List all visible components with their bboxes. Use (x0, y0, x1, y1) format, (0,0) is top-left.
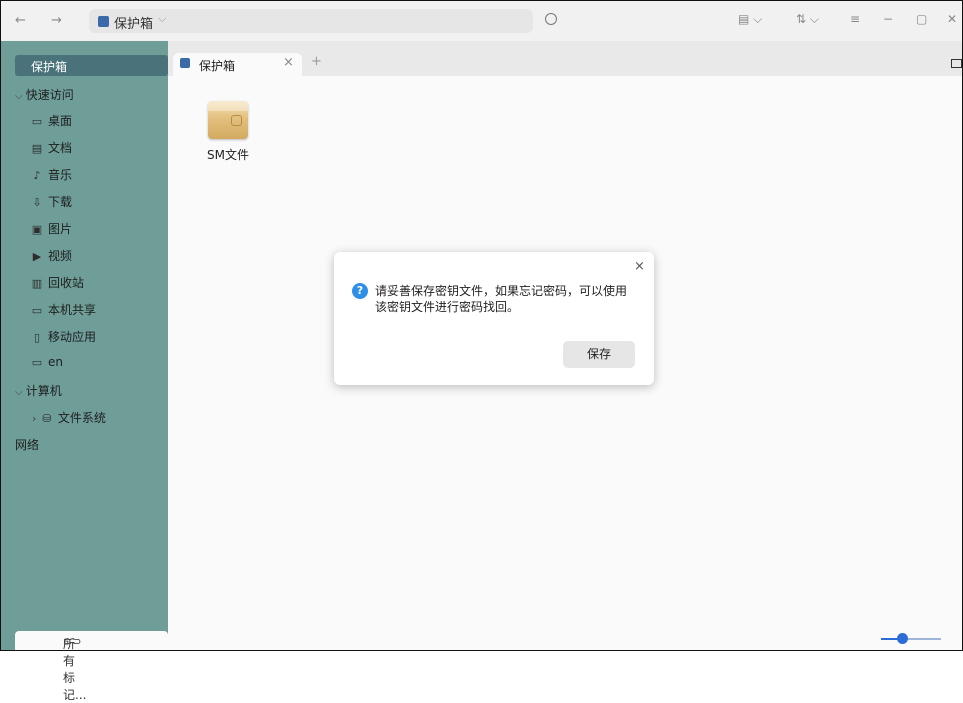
folder-icon: ▭ (31, 356, 43, 369)
dialog-message: 请妥善保存密钥文件，如果忘记密码，可以使用该密钥文件进行密码找回。 (375, 284, 628, 314)
back-button[interactable]: ← (15, 13, 26, 28)
add-tab-button[interactable]: + (311, 54, 322, 69)
maximize-button[interactable]: ▢ (916, 12, 927, 26)
sidebar-item-music[interactable]: ♪ 音乐 (30, 166, 72, 183)
vault-icon (180, 58, 190, 68)
file-name: SM文件 (207, 148, 249, 162)
file-manager-window: ← → 保护箱 ⌵ ▤ ⌵ ⇅ ⌵ ≡ − ▢ ✕ 保护箱 ⌵ 快速访问 ▭ 桌面… (0, 0, 963, 702)
sidebar-item-network[interactable]: 网络 (15, 436, 39, 453)
sidebar-item-documents[interactable]: ▤ 文档 (30, 139, 72, 156)
save-key-dialog: × ? 请妥善保存密钥文件，如果忘记密码，可以使用该密钥文件进行密码找回。 保存 (334, 252, 654, 385)
panel-toggle-icon[interactable] (951, 59, 962, 68)
sidebar-item-downloads[interactable]: ⇩ 下载 (30, 193, 72, 210)
video-icon: ▶ (32, 250, 42, 263)
document-icon: ▤ (31, 142, 43, 155)
search-icon[interactable] (545, 13, 557, 25)
drive-icon: ⛁ (42, 412, 52, 425)
tags-button[interactable]: ⊂⊃ 所有标记... (15, 631, 168, 702)
phone-icon: ▯ (33, 331, 41, 344)
chevron-down-icon: ⌵ (15, 387, 26, 398)
sidebar-section-computer[interactable]: ⌵ 计算机 (15, 382, 62, 399)
zoom-slider[interactable] (881, 631, 955, 647)
view-mode-button[interactable]: ▤ ⌵ (738, 12, 762, 27)
desktop-icon: ▭ (31, 115, 43, 128)
folder-icon: ▭ (31, 304, 43, 317)
forward-button[interactable]: → (51, 13, 62, 28)
sidebar-item-desktop[interactable]: ▭ 桌面 (30, 112, 72, 129)
tab-vault[interactable]: 保护箱 × (173, 53, 302, 76)
address-bar[interactable]: 保护箱 ⌵ (89, 9, 533, 33)
picture-icon: ▣ (31, 223, 43, 236)
save-button[interactable]: 保存 (563, 341, 635, 368)
sort-button[interactable]: ⇅ ⌵ (796, 12, 819, 27)
chevron-down-icon[interactable]: ⌵ (158, 12, 166, 26)
dialog-close-button[interactable]: × (634, 259, 645, 274)
breadcrumb[interactable]: 保护箱 (114, 13, 153, 32)
sidebar-item-pictures[interactable]: ▣ 图片 (30, 220, 72, 237)
sidebar: 保护箱 ⌵ 快速访问 ▭ 桌面 ▤ 文档 ♪ 音乐 ⇩ 下载 ▣ 图片 ▶ 视频 ▥ 回收站 … (1, 41, 168, 702)
box-icon (208, 101, 248, 139)
music-icon: ♪ (33, 169, 41, 182)
sidebar-item-mobile-apps[interactable]: ▯ 移动应用 (30, 328, 96, 345)
chevron-down-icon: ⌵ (15, 91, 26, 102)
sidebar-item-vault[interactable]: 保护箱 (15, 55, 168, 76)
vault-icon (98, 16, 109, 27)
sidebar-item-filesystem[interactable]: › ⛁ 文件系统 (32, 409, 106, 426)
close-button[interactable]: ✕ (947, 12, 957, 26)
trash-icon: ▥ (31, 277, 43, 290)
tab-bar: 保护箱 × + (168, 41, 962, 76)
question-icon: ? (352, 283, 368, 299)
menu-button[interactable]: ≡ (850, 12, 860, 26)
sidebar-item-local-share[interactable]: ▭ 本机共享 (30, 301, 96, 318)
minimize-button[interactable]: − (883, 12, 893, 26)
tab-close-icon[interactable]: × (283, 55, 294, 70)
sidebar-section-quick-access[interactable]: ⌵ 快速访问 (15, 86, 74, 103)
sidebar-item-videos[interactable]: ▶ 视频 (30, 247, 72, 264)
download-icon: ⇩ (32, 196, 42, 209)
chevron-right-icon[interactable]: › (32, 412, 40, 425)
title-bar: ← → 保护箱 ⌵ ▤ ⌵ ⇅ ⌵ ≡ − ▢ ✕ (1, 1, 962, 41)
sidebar-item-trash[interactable]: ▥ 回收站 (30, 274, 84, 291)
sidebar-item-en[interactable]: ▭ en (30, 355, 63, 369)
zoom-slider-knob[interactable] (897, 633, 908, 644)
